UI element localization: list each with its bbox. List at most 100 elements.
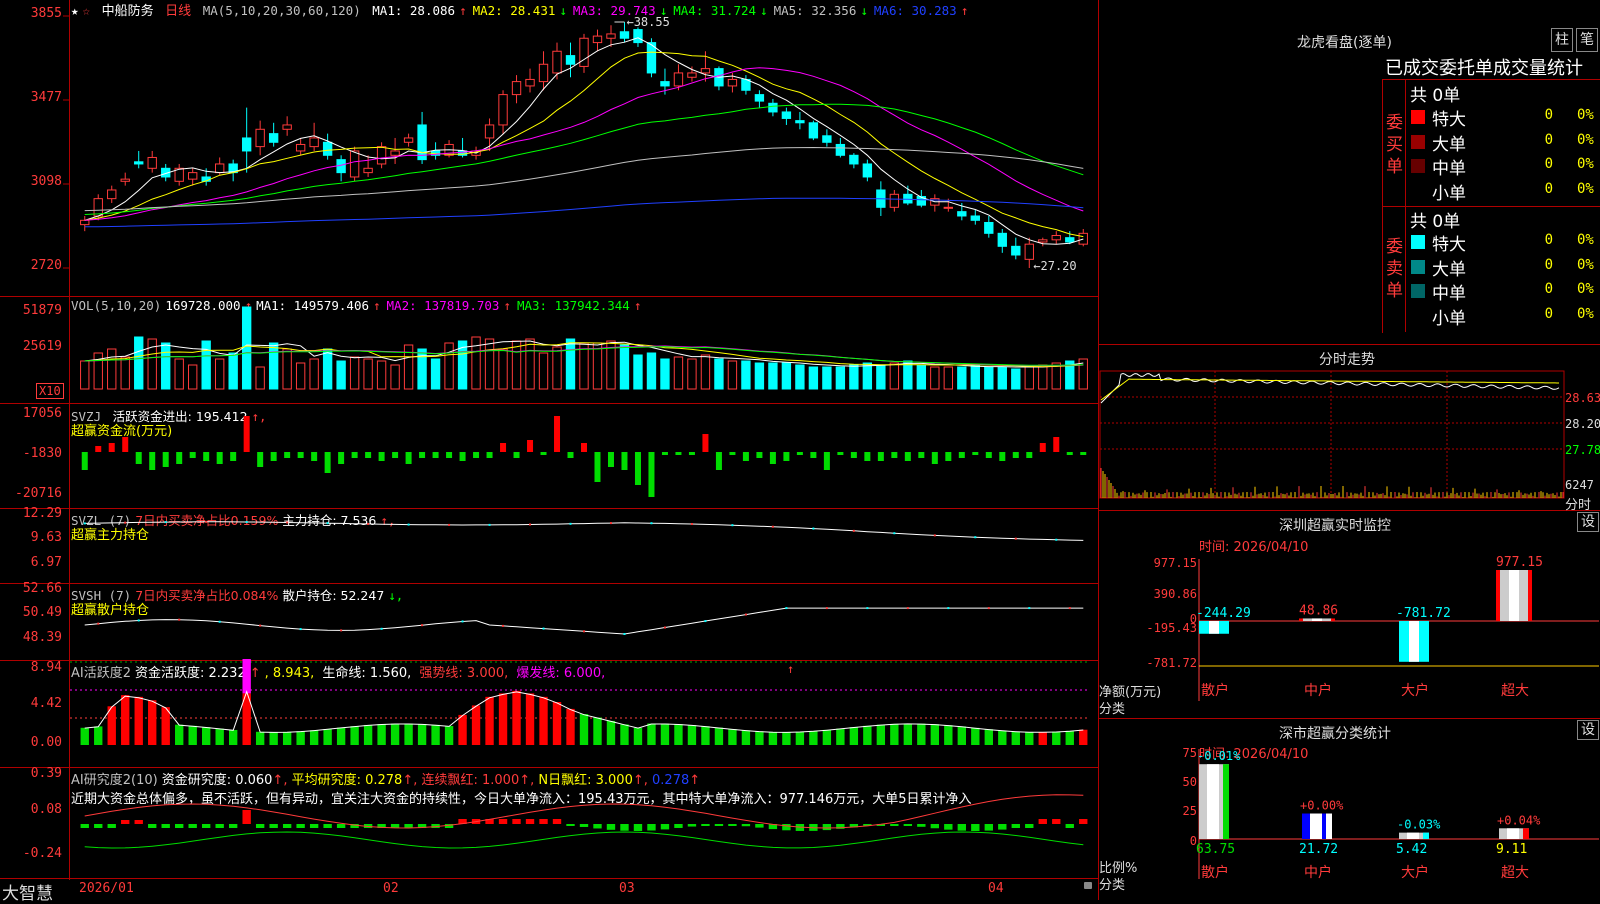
candle-body-31: [498, 94, 508, 126]
sell-row-name-2: 中单: [1432, 284, 1466, 304]
szc-cat-1: 中户: [1304, 864, 1332, 881]
ai2-bar-12: [242, 810, 251, 824]
szc-bottom-label-0: 63.75: [1196, 842, 1235, 857]
ai1-bar-6: [161, 707, 170, 745]
volume-bar-6: [161, 342, 171, 390]
svzl-dot-66: [974, 536, 977, 539]
kline-pane[interactable]: ★ ☆ 中船防务 日线 MA(5,10,20,30,60,120) MA1: 28…: [0, 0, 1098, 297]
szm-bar-3: [1496, 570, 1532, 621]
svzl-dot-9: [205, 520, 208, 523]
ai2-bar-17: [309, 824, 319, 828]
svsh-dot-40: [623, 633, 626, 635]
ai1-bar-54: [809, 731, 818, 745]
candle-body-22: [376, 146, 387, 165]
volume-bar-22: [376, 360, 387, 390]
szm-bar-2: [1399, 621, 1429, 662]
svzj-bar-68: [999, 452, 1006, 461]
ai2-bar-42: [647, 824, 656, 831]
sell-row-count-0: 0: [1544, 232, 1553, 248]
svzj-bar-63: [931, 452, 938, 464]
ai2-bar-66: [971, 824, 980, 831]
svzj-bar-35: [554, 416, 561, 452]
svzj-bar-36: [567, 452, 574, 458]
lock-icon[interactable]: [1084, 882, 1092, 889]
sz-class-panel[interactable]: 深市超赢分类统计 设 时间: 2026/04/10 比例% 分类 75 50 25 0…: [1099, 719, 1600, 900]
ai-research-pane[interactable]: AI研究度2(10) 资金研究度: 0.060↑, 平均研究度: 0.278↑, …: [0, 766, 1098, 879]
candle-body-73: [1065, 237, 1075, 243]
svsh-pane[interactable]: SVSH (7) 7日内买卖净占比0.084% 散户持仓: 52.247 ↓, 超赢散…: [0, 581, 1098, 661]
ai2-bar-2: [107, 824, 116, 828]
sz-monitor-panel[interactable]: 深圳超赢实时监控 设 时间: 2026/04/10 净额(万元) 分类 977.…: [1099, 511, 1600, 719]
svzj-bar-25: [419, 452, 426, 458]
svzl-dot-51: [771, 525, 774, 528]
svzj-bar-28: [459, 452, 466, 461]
ai1-bar-34: [539, 696, 548, 745]
szc-bar-edge-2: [1423, 832, 1429, 839]
svzj-bar-10: [216, 452, 223, 464]
candle-body-61: [903, 193, 913, 204]
ai1-bar-43: [660, 723, 670, 745]
tick-mode-button[interactable]: 笔: [1576, 28, 1598, 52]
candle-body-23: [390, 150, 400, 156]
ai-activity-pane[interactable]: AI活跃度2 资金活跃度: 2.232 ↑, 8.943, 生命线: 1.560, …: [0, 659, 1098, 768]
candle-body-60: [889, 193, 900, 208]
buy-row-count-0: 0: [1544, 107, 1553, 123]
ai2-bar-72: [1052, 819, 1061, 824]
candle-body-58: [862, 163, 873, 178]
buy-row-swatch-1: [1411, 134, 1425, 149]
buy-row-count-1: 0: [1544, 131, 1553, 148]
candle-body-33: [525, 78, 535, 87]
candle-body-16: [295, 143, 306, 152]
ai1-bar-23: [390, 723, 400, 745]
svzj-bar-50: [756, 452, 763, 458]
candle-body-20: [349, 150, 360, 178]
ai2-bar-40: [620, 824, 629, 831]
intraday-panel[interactable]: 分时走势 28.63 28.20 27.78 6247 分时: [1099, 345, 1600, 513]
bar-mode-button[interactable]: 柱: [1551, 28, 1573, 52]
szm-bar-highlight-3: [1509, 570, 1519, 621]
volume-bar-27: [444, 342, 454, 390]
ai1-bar-26: [431, 724, 440, 745]
svzj-bar-31: [500, 443, 507, 452]
ai1-bar-28: [458, 714, 467, 745]
szc-bar-0: [1199, 764, 1229, 839]
svzj-bar-43: [661, 452, 668, 455]
sell-row-count-1: 0: [1544, 256, 1553, 273]
volume-pane[interactable]: VOL(5,10,20) 169728.000 ↑ MA1: 149579.406 ↑ M…: [0, 297, 1098, 404]
svzj-bar-14: [270, 452, 277, 461]
ai2-bar-45: [687, 824, 697, 827]
svzj-pane[interactable]: SVZJ 活跃资金进出: 195.412 ↑, 超赢资金流(万元) 17056 -1…: [0, 404, 1098, 509]
ai1-bar-74: [1079, 729, 1088, 745]
candle-body-21: [363, 167, 373, 174]
volume-bar-62: [916, 364, 927, 390]
sell-row-pct-1: 0%: [1577, 256, 1594, 273]
volume-bar-4: [134, 336, 144, 390]
szm-bar-edge-l-1: [1299, 618, 1303, 621]
szm-bar-highlight-2: [1409, 621, 1419, 662]
szm-bar-highlight-0: [1209, 621, 1219, 634]
volume-bar-35: [552, 346, 562, 390]
volume-bar-57: [849, 364, 859, 390]
svsh-dot-34: [542, 627, 545, 630]
ai2-bar-5: [148, 824, 157, 828]
volume-bar-70: [1024, 366, 1034, 390]
svzj-bar-27: [446, 452, 453, 458]
szm-cat-0: 散户: [1201, 682, 1229, 699]
candle-body-35: [552, 50, 562, 74]
svzj-bar-70: [1026, 452, 1033, 458]
szc-ytick-1: 50: [1183, 775, 1197, 789]
buy-row-swatch-0: [1411, 110, 1425, 124]
svzj-bar-8: [189, 452, 196, 458]
ai1-bar-13: [255, 731, 265, 745]
ai2-bar-11: [228, 824, 238, 828]
ai2-bar-64: [944, 824, 953, 830]
svzj-bar-71: [1039, 443, 1046, 452]
volume-bar-11: [228, 352, 238, 390]
svzj-bar-62: [918, 452, 925, 458]
svzl-pane[interactable]: SVZL (7) 7日内买卖净占比0.159% 主力持仓: 7.536 ↑, 超赢主力…: [0, 506, 1098, 584]
szc-top-label-0: -0.01%: [1197, 749, 1241, 763]
svsh-chart: [84, 607, 1084, 635]
volume-bar-25: [417, 348, 427, 390]
szm-ytick-0: 977.15: [1154, 556, 1197, 570]
svzl-dot-72: [1055, 538, 1058, 541]
